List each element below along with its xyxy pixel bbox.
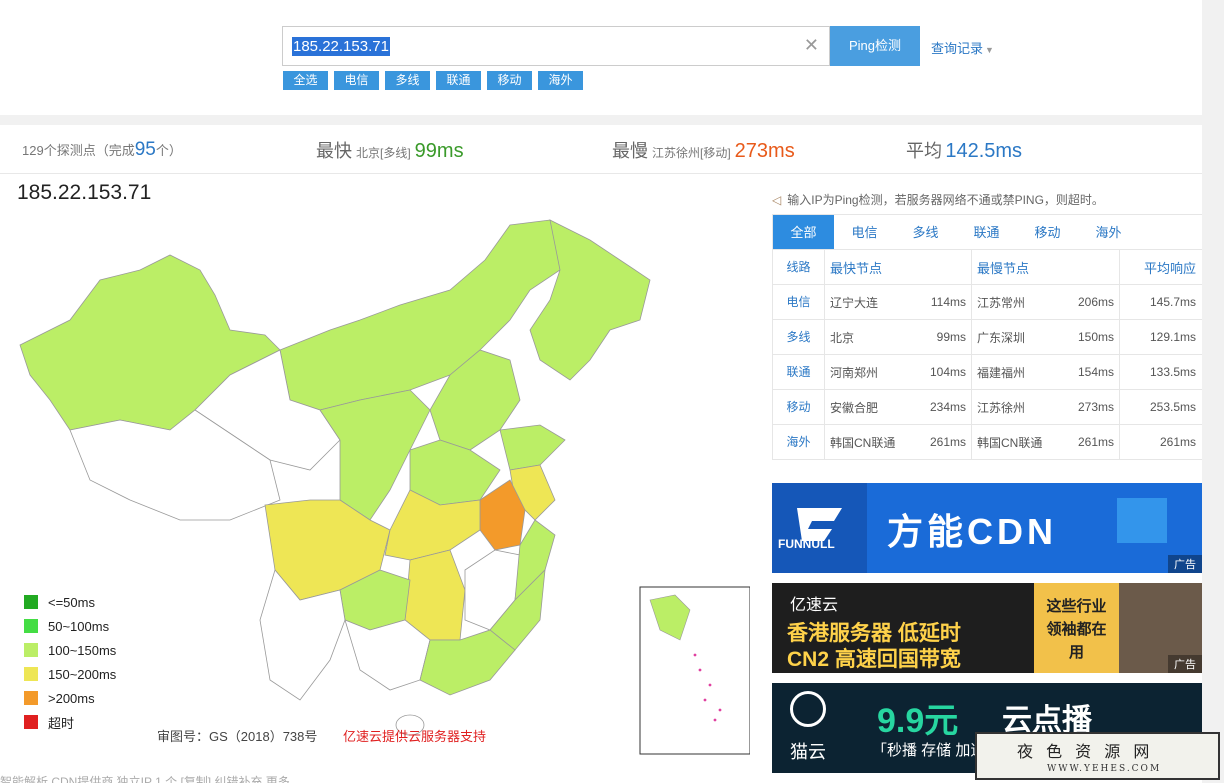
filter-telecom[interactable]: 电信 xyxy=(334,71,379,90)
stats-bar: 129个探测点（完成95个） 最快 北京[多线] 99ms 最慢 江苏徐州[移动] 27… xyxy=(0,125,1202,174)
legend-item: 150~200ms xyxy=(24,662,116,686)
table-row: 海外 韩国CN联通 261ms 韩国CN联通 261ms 261ms xyxy=(773,425,1202,460)
average-stat: 平均 142.5ms xyxy=(906,140,1023,162)
china-latency-map xyxy=(19,219,750,755)
result-panel: 129个探测点（完成95个） 最快 北京[多线] 99ms 最慢 江苏徐州[移动] 27… xyxy=(0,125,1202,783)
cloud-icon xyxy=(790,691,826,727)
latency-legend: <=50ms 50~100ms 100~150ms 150~200ms >200… xyxy=(24,590,116,734)
yisu-cloud-ad[interactable]: 亿速云 香港服务器 低延时 CN2 高速回国带宽 这些行业领袖都在用 广告 xyxy=(772,583,1202,673)
legend-swatch xyxy=(24,667,38,681)
legend-item: <=50ms xyxy=(24,590,116,614)
line-filters: 全选 电信 多线 联通 移动 海外 xyxy=(283,71,583,90)
line-tabs: 全部 电信 多线 联通 移动 海外 xyxy=(773,214,1202,250)
tab-telecom[interactable]: 电信 xyxy=(834,215,895,249)
query-history-link[interactable]: 查询记录 ▼ xyxy=(931,38,994,57)
ip-search-input[interactable]: 185.22.153.71 ✕ xyxy=(282,26,830,66)
region-hunan xyxy=(404,549,466,641)
legend-swatch xyxy=(24,595,38,609)
legend-item: >200ms xyxy=(24,686,116,710)
search-panel: 185.22.153.71 ✕ Ping检测 查询记录 ▼ 全选 电信 多线 联通… xyxy=(0,0,1202,115)
filter-mobile[interactable]: 移动 xyxy=(487,71,532,90)
legend-item: 超时 xyxy=(24,710,116,734)
table-row: 联通 河南郑州 104ms 福建福州 154ms 133.5ms xyxy=(773,355,1202,390)
tab-multiline[interactable]: 多线 xyxy=(895,215,956,249)
region-guangxi xyxy=(344,619,431,691)
region-north xyxy=(279,219,571,411)
table-row: 移动 安徽合肥 234ms 江苏徐州 273ms 253.5ms xyxy=(773,390,1202,425)
ping-notice: ◁ 输入IP为Ping检测，若服务器网络不通或禁PING，则超时。 xyxy=(772,193,1104,207)
speaker-icon: ◁ xyxy=(772,193,782,207)
tab-overseas[interactable]: 海外 xyxy=(1078,215,1139,249)
legend-swatch xyxy=(24,715,38,729)
legend-item: 100~150ms xyxy=(24,638,116,662)
filter-overseas[interactable]: 海外 xyxy=(538,71,583,90)
table-header: 线路 最快节点 最慢节点 平均响应 xyxy=(773,250,1202,285)
ping-button[interactable]: Ping检测 xyxy=(830,26,920,66)
legend-swatch xyxy=(24,643,38,657)
search-value[interactable]: 185.22.153.71 xyxy=(292,37,390,56)
slowest-stat: 最慢 江苏徐州[移动] 273ms xyxy=(612,140,795,162)
site-watermark: 夜 色 资 源 网 WWW.YEHES.COM xyxy=(975,732,1220,780)
funnull-cdn-ad[interactable]: FUNNULL 方能CDN 广告 xyxy=(772,483,1202,573)
fastest-stat: 最快 北京[多线] 99ms xyxy=(316,140,464,162)
filter-all[interactable]: 全选 xyxy=(283,71,328,90)
clear-icon[interactable]: ✕ xyxy=(804,35,819,56)
region-guangdong xyxy=(419,629,516,696)
bottom-info-strip: 智能解析 CDN提供商 独立IP 1 个 [复制] 纠错补充 更多 xyxy=(0,775,290,783)
filter-multiline[interactable]: 多线 xyxy=(385,71,430,90)
tab-all[interactable]: 全部 xyxy=(773,215,834,249)
table-row: 电信 辽宁大连 114ms 江苏常州 206ms 145.7ms xyxy=(773,285,1202,320)
filter-unicom[interactable]: 联通 xyxy=(436,71,481,90)
caret-down-icon: ▼ xyxy=(985,45,994,55)
probe-count: 129个探测点（完成95个） xyxy=(22,139,182,160)
tab-unicom[interactable]: 联通 xyxy=(956,215,1017,249)
legend-item: 50~100ms xyxy=(24,614,116,638)
sponsor-link[interactable]: 亿速云提供云服务器支持 xyxy=(343,726,486,745)
tab-mobile[interactable]: 移动 xyxy=(1017,215,1078,249)
region-shandong xyxy=(499,424,566,471)
legend-swatch xyxy=(24,619,38,633)
summary-table: 全部 电信 多线 联通 移动 海外 线路 最快节点 最慢节点 平均响应 电信 辽… xyxy=(772,214,1202,460)
legend-swatch xyxy=(24,691,38,705)
table-row: 多线 北京 99ms 广东深圳 150ms 129.1ms xyxy=(773,320,1202,355)
map-approval-number: 审图号：GS（2018）738号 xyxy=(157,729,318,744)
